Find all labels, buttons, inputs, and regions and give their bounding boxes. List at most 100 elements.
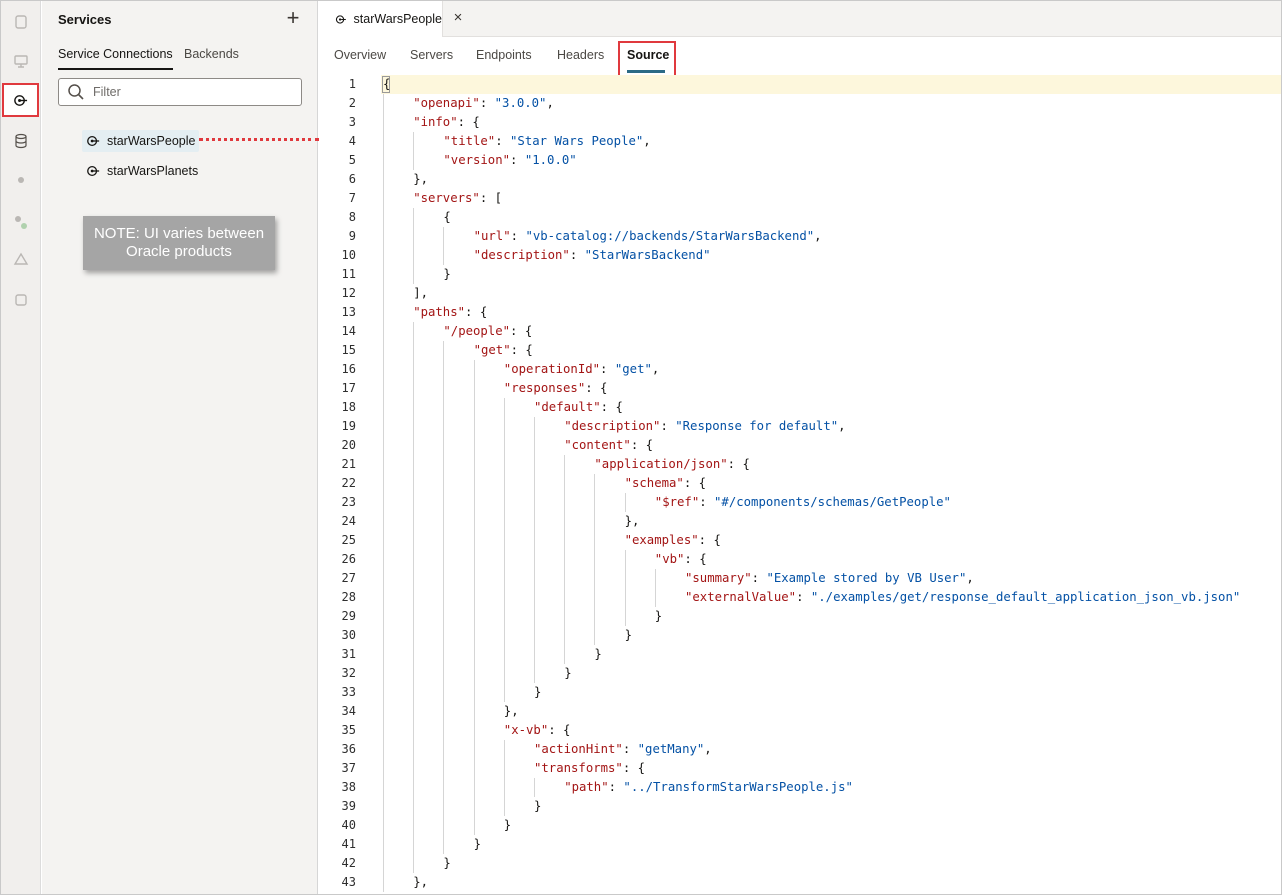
- json-string: "get": [614, 362, 652, 376]
- json-key: "info": [413, 115, 458, 129]
- indent-guide: [624, 493, 626, 512]
- indent-guide: [383, 854, 384, 873]
- indent-guide: [413, 455, 415, 474]
- code-line: "$ref": "#/components/schemas/GetPeople": [655, 493, 951, 512]
- indent-guide: [383, 189, 384, 208]
- json-punct: }: [534, 799, 542, 813]
- line-number: 19: [341, 419, 356, 433]
- indent-guide: [413, 854, 415, 873]
- tab-servers[interactable]: Servers: [410, 48, 453, 62]
- line-number: 15: [341, 343, 356, 357]
- components-icon[interactable]: [10, 249, 32, 271]
- source-code-editor[interactable]: 1 2 3 4 5 6 7 8 9 10 11 12 13 14 15 16 17 18 19 20 21 22 23 24 2…: [319, 75, 1281, 894]
- line-number: 12: [341, 286, 356, 300]
- indent-guide: [413, 816, 415, 835]
- line-number: 36: [341, 742, 356, 756]
- editor-tab-starwarspeople[interactable]: starWarsPeople: [319, 1, 443, 37]
- line-number: 26: [341, 552, 356, 566]
- indent-guide: [654, 588, 656, 607]
- json-punct: :: [622, 742, 638, 756]
- json-key: "transforms": [534, 761, 623, 775]
- indent-guide: [383, 474, 384, 493]
- indent-guide: [443, 740, 445, 759]
- json-string: "Star Wars People": [510, 134, 644, 148]
- indent-guide: [413, 398, 415, 417]
- indent-guide: [443, 664, 445, 683]
- json-punct: :: [569, 248, 585, 262]
- indent-guide: [473, 702, 475, 721]
- indent-guide: [473, 740, 475, 759]
- line-number: 27: [341, 571, 356, 585]
- resources-icon[interactable]: [10, 289, 32, 311]
- process-icon[interactable]: [10, 169, 32, 191]
- json-punct: ,: [704, 742, 712, 756]
- json-key: "openapi": [413, 96, 480, 110]
- line-number: 20: [341, 438, 356, 452]
- line-number: 17: [341, 381, 356, 395]
- tab-endpoints[interactable]: Endpoints: [476, 48, 532, 62]
- line-number: 39: [341, 799, 356, 813]
- line-number: 35: [341, 723, 356, 737]
- indent-guide: [383, 531, 384, 550]
- indent-guide: [564, 645, 566, 664]
- code-line: "get": {: [474, 341, 533, 360]
- json-punct: },: [624, 514, 640, 528]
- indent-guide: [503, 626, 505, 645]
- indent-guide: [564, 569, 566, 588]
- indent-guide: [383, 322, 384, 341]
- indent-guide: [473, 759, 475, 778]
- indent-guide: [564, 455, 566, 474]
- connector-icon[interactable]: [10, 211, 32, 233]
- json-punct: {: [383, 77, 391, 91]
- indent-guide: [443, 778, 445, 797]
- services-activity-button[interactable]: [2, 83, 39, 117]
- source-tab-highlight: [618, 41, 676, 79]
- tab-service-connections[interactable]: Service Connections: [58, 47, 173, 70]
- json-key: "actionHint": [534, 742, 623, 756]
- filter-input[interactable]: [93, 82, 293, 102]
- indent-guide: [473, 493, 475, 512]
- json-string: "StarWarsBackend": [584, 248, 711, 262]
- service-item-starwarspeople[interactable]: starWarsPeople: [82, 130, 200, 152]
- service-item-label: starWarsPeople: [107, 134, 196, 148]
- code-line: "actionHint": "getMany",: [534, 740, 712, 759]
- code-line: }: [443, 854, 450, 873]
- indent-guide: [413, 265, 415, 284]
- indent-guide: [383, 721, 384, 740]
- indent-guide: [383, 170, 384, 189]
- indent-guide: [443, 607, 445, 626]
- service-connection-icon: [87, 165, 100, 177]
- tab-backends[interactable]: Backends: [184, 47, 239, 68]
- editor-tab-label: starWarsPeople: [353, 12, 442, 26]
- indent-guide: [534, 569, 535, 588]
- service-item-starwarsplanets[interactable]: starWarsPlanets: [82, 160, 202, 182]
- tab-headers[interactable]: Headers: [557, 48, 604, 62]
- indent-guide: [473, 531, 475, 550]
- indent-guide: [473, 417, 475, 436]
- indent-guide: [413, 740, 415, 759]
- web-icon[interactable]: [10, 50, 32, 72]
- code-line: }: [625, 626, 632, 645]
- line-number: 25: [341, 533, 356, 547]
- code-line: }: [443, 265, 450, 284]
- json-punct: : {: [548, 723, 571, 737]
- indent-guide: [383, 550, 384, 569]
- code-line: "examples": {: [625, 531, 721, 550]
- line-number: 18: [341, 400, 356, 414]
- json-string: "Response for default": [675, 419, 839, 433]
- editor-area: starWarsPeople × Overview Servers Endpoi…: [319, 1, 1281, 894]
- json-key: "title": [443, 134, 496, 148]
- app-icon[interactable]: [10, 11, 32, 33]
- indent-guide: [443, 341, 445, 360]
- add-service-button[interactable]: +: [282, 7, 304, 29]
- json-punct: :: [495, 134, 511, 148]
- tab-overview[interactable]: Overview: [334, 48, 386, 62]
- indent-guide: [443, 759, 445, 778]
- database-icon[interactable]: [10, 130, 32, 152]
- indent-guide: [383, 398, 384, 417]
- indent-guide: [443, 626, 445, 645]
- indent-guide: [534, 626, 535, 645]
- indent-guide: [564, 493, 566, 512]
- close-tab-icon[interactable]: ×: [450, 10, 466, 26]
- indent-guide: [473, 512, 475, 531]
